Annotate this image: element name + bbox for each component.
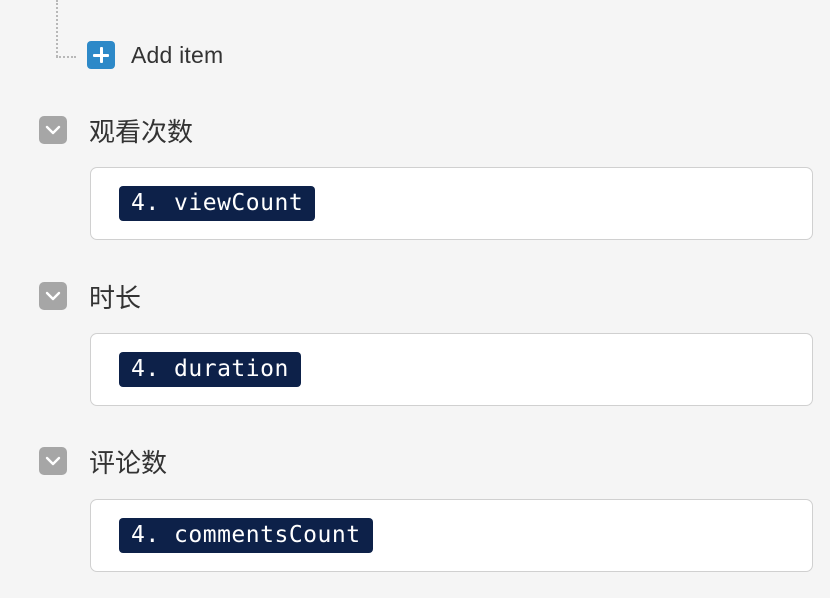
field-input-comments-count[interactable]: 4. commentsCount <box>90 499 813 572</box>
field-title: 时长 <box>89 283 142 314</box>
add-item-label: Add item <box>131 41 224 68</box>
variable-token[interactable]: 4. duration <box>119 352 301 387</box>
collapse-toggle[interactable] <box>39 282 67 310</box>
tree-connector-horizontal <box>56 56 76 58</box>
chevron-down-icon <box>45 125 61 135</box>
variable-token[interactable]: 4. viewCount <box>119 186 316 221</box>
field-header-comments-count: 评论数 <box>39 445 168 479</box>
chevron-down-icon <box>45 291 61 301</box>
field-header-view-count: 观看次数 <box>39 114 194 148</box>
collapse-toggle[interactable] <box>39 116 67 144</box>
field-title: 评论数 <box>89 448 168 479</box>
field-input-duration[interactable]: 4. duration <box>90 333 813 406</box>
field-title: 观看次数 <box>89 117 194 148</box>
chevron-down-icon <box>45 456 61 466</box>
plus-icon[interactable] <box>87 41 115 69</box>
page: Add item 观看次数 4. viewCount 时长 4. duratio… <box>0 0 830 598</box>
field-input-view-count[interactable]: 4. viewCount <box>90 167 813 240</box>
variable-token[interactable]: 4. commentsCount <box>119 518 373 553</box>
collapse-toggle[interactable] <box>39 447 67 475</box>
add-item-button[interactable]: Add item <box>87 41 223 69</box>
tree-connector-vertical <box>56 0 58 57</box>
field-header-duration: 时长 <box>39 280 142 314</box>
